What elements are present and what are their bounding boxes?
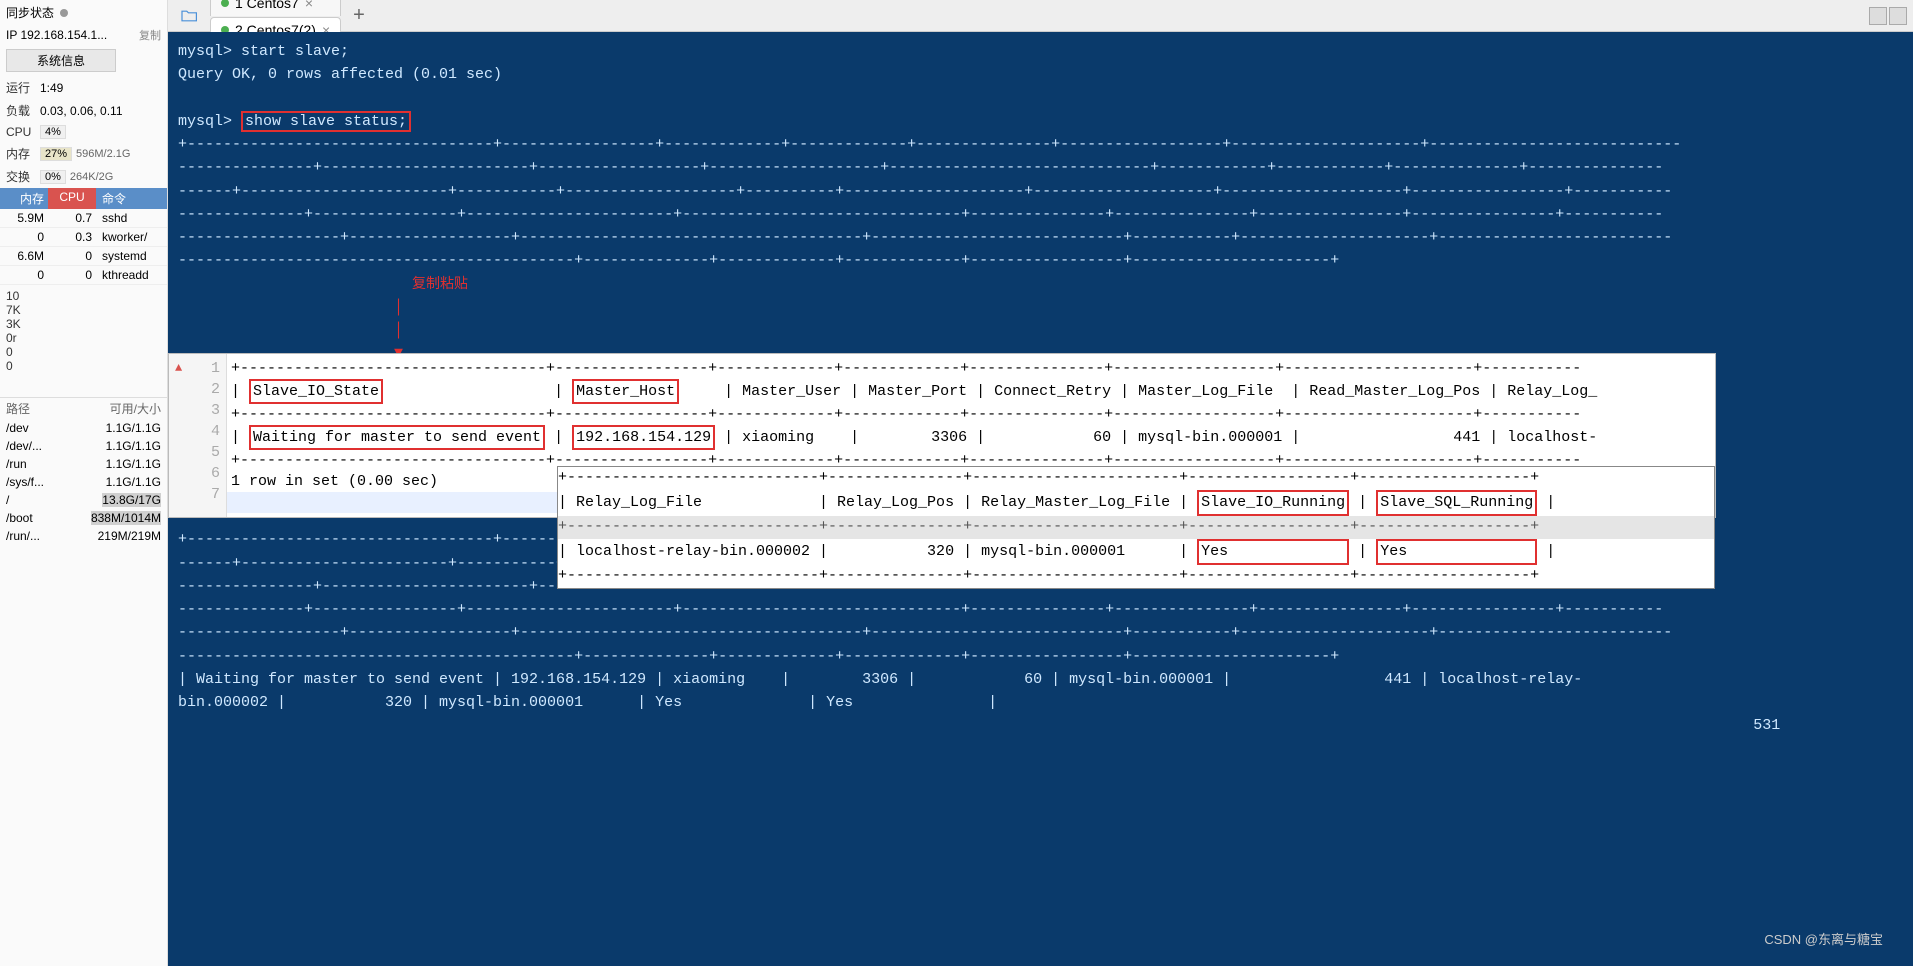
truncated-rows: 107K3K0r00 xyxy=(0,285,167,377)
close-icon[interactable]: × xyxy=(305,0,313,11)
col-slave-sql-running: Slave_SQL_Running xyxy=(1376,490,1537,517)
highlighted-command: show slave status; xyxy=(241,111,411,132)
sync-dot-icon xyxy=(60,9,68,17)
val-slave-sql-running: Yes xyxy=(1376,539,1537,566)
system-info-button[interactable]: 系统信息 xyxy=(6,49,116,72)
line-gutter: ▲ 1234567 xyxy=(169,354,227,517)
uptime-row: 运行 1:49 xyxy=(0,76,167,99)
sync-status: 同步状态 xyxy=(0,0,167,25)
val-slave-io-state: Waiting for master to send event xyxy=(249,425,545,450)
process-row[interactable]: 5.9M0.7sshd xyxy=(0,209,167,228)
grid-view-icon[interactable] xyxy=(1869,7,1887,25)
val-master-host: 192.168.154.129 xyxy=(572,425,715,450)
mem-row: 内存 27% 596M/2.1G xyxy=(0,142,167,165)
term-data-row: bin.000002 | 320 | mysql-bin.000001 | Ye… xyxy=(178,694,997,711)
annotation-text: 复制粘贴 xyxy=(412,277,468,292)
tab[interactable]: 1 Centos7× xyxy=(210,0,341,16)
sidebar: 同步状态 IP 192.168.154.1... 复制 系统信息 运行 1:49… xyxy=(0,0,168,966)
disk-row: /dev/...1.1G/1.1G xyxy=(0,437,167,455)
term-cursor-pos: 531 xyxy=(178,717,1780,734)
disk-header: 路径 可用/大小 xyxy=(0,397,167,419)
disk-row: /13.8G/17G xyxy=(0,491,167,509)
arrow-up-icon: ▲ xyxy=(175,360,182,377)
disk-row: /run/...219M/219M xyxy=(0,527,167,545)
term-line: mysql> start slave; xyxy=(178,43,349,60)
ip-value: IP 192.168.154.1... xyxy=(6,28,107,42)
list-view-icon[interactable] xyxy=(1889,7,1907,25)
main: 1 Centos7×2 Centos7(2)× + mysql> start s… xyxy=(168,0,1913,966)
process-header: 内存 CPU 命令 xyxy=(0,188,167,209)
val-slave-io-running: Yes xyxy=(1197,539,1349,566)
disk-row: /dev1.1G/1.1G xyxy=(0,419,167,437)
sync-label: 同步状态 xyxy=(6,4,54,21)
term-data-row: | Waiting for master to send event | 192… xyxy=(178,671,1582,688)
new-tab-button[interactable]: + xyxy=(345,4,373,27)
disk-row: /boot838M/1014M xyxy=(0,509,167,527)
folder-icon[interactable] xyxy=(180,8,200,24)
watermark: CSDN @东离与糖宝 xyxy=(1764,929,1883,948)
process-row[interactable]: 00kthreadd xyxy=(0,266,167,285)
ip-row: IP 192.168.154.1... 复制 xyxy=(0,25,167,45)
table-overlay: +----------------------------+----------… xyxy=(557,466,1715,589)
copy-button[interactable]: 复制 xyxy=(139,27,161,43)
col-slave-io-state: Slave_IO_State xyxy=(249,379,383,404)
process-row[interactable]: 00.3kworker/ xyxy=(0,228,167,247)
cpu-row: CPU 4% xyxy=(0,122,167,142)
load-row: 负载 0.03, 0.06, 0.11 xyxy=(0,99,167,122)
status-dot-icon xyxy=(221,0,229,7)
view-toggle[interactable] xyxy=(1869,7,1907,25)
tab-bar: 1 Centos7×2 Centos7(2)× + xyxy=(168,0,1913,32)
disk-row: /sys/f...1.1G/1.1G xyxy=(0,473,167,491)
term-line: Query OK, 0 rows affected (0.01 sec) xyxy=(178,66,502,83)
swap-row: 交换 0% 264K/2G xyxy=(0,165,167,188)
disk-row: /run1.1G/1.1G xyxy=(0,455,167,473)
col-master-host: Master_Host xyxy=(572,379,679,404)
process-row[interactable]: 6.6M0systemd xyxy=(0,247,167,266)
col-slave-io-running: Slave_IO_Running xyxy=(1197,490,1349,517)
